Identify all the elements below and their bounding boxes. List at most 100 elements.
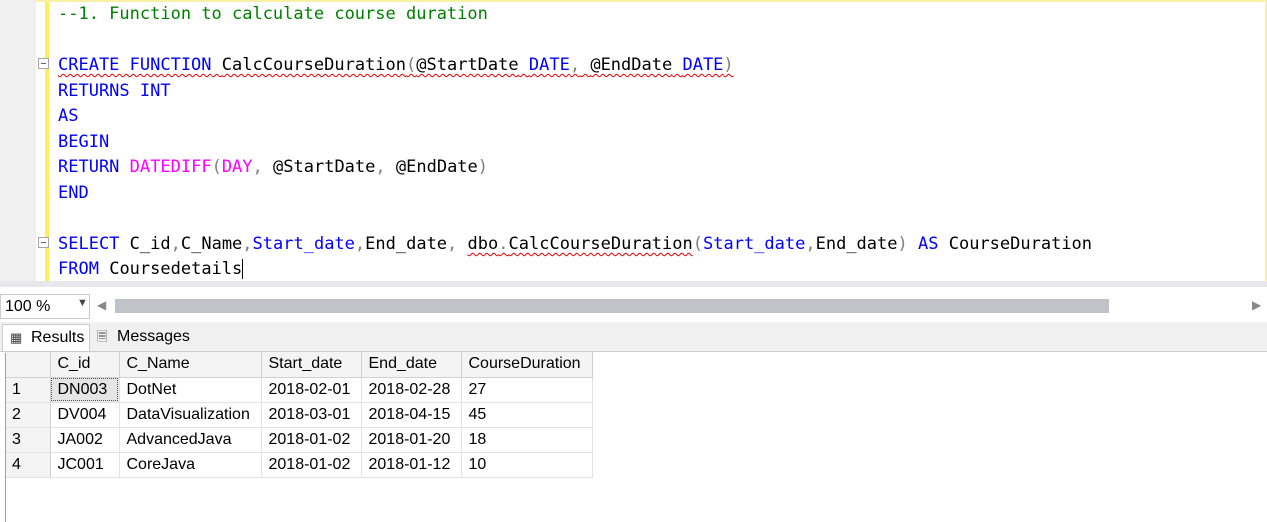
from-keyword: FROM [58,259,99,279]
as-keyword: AS [58,106,79,126]
grid-cell[interactable]: DV004 [50,402,120,428]
create-keyword: CREATE FUNCTION [58,55,212,75]
returns-keyword: RETURNS INT [58,81,171,101]
code-line-returns: RETURNS INT [58,79,171,103]
grid-cell[interactable]: JC001 [50,452,120,478]
paren-open: ( [692,234,703,254]
return-keyword: RETURN [58,157,120,177]
results-grid: C_id C_Name Start_date End_date CourseDu… [6,352,593,478]
grid-cell[interactable]: DataVisualization [119,402,262,428]
grid-icon: ▦ [10,330,23,345]
code-line-from: FROM Coursedetails [58,257,244,281]
grid-cell[interactable]: 18 [461,427,593,453]
scroll-right-arrow-icon[interactable]: ▶ [1252,298,1261,312]
param-startdate: @StartDate [416,55,519,75]
code-line-comment: --1. Function to calculate course durati… [58,2,488,26]
comma: , [170,234,181,254]
results-tab-strip: ▦ Results 🗏 Messages [0,322,1267,352]
header-row: C_id C_Name Start_date End_date CourseDu… [6,352,593,378]
zoom-scroll-bar: 100 % ▼ ◀ ▶ [0,294,1267,319]
code-line-select: SELECT C_id,C_Name,Start_date,End_date, … [58,232,1092,256]
column-header[interactable]: End_date [361,352,462,378]
row-number[interactable]: 1 [6,377,51,403]
arg-startdate: @StartDate [273,157,376,177]
column-header[interactable]: C_id [50,352,120,378]
comma: , [354,234,366,254]
column-header[interactable]: Start_date [261,352,362,378]
table-row: 4 JC001 CoreJava 2018-01-02 2018-01-12 1… [6,452,593,478]
grid-cell[interactable]: 2018-01-12 [361,452,462,478]
table-row: 3 JA002 AdvancedJava 2018-01-02 2018-01-… [6,427,593,453]
code-line-as: AS [58,104,78,128]
horizontal-scrollbar-thumb[interactable] [115,299,1109,313]
grid-cell[interactable]: DotNet [119,377,262,403]
dot: . [498,234,509,254]
grid-cell[interactable]: 2018-02-01 [261,377,362,403]
grid-cell[interactable]: CoreJava [119,452,262,478]
grid-cell[interactable]: JA002 [50,427,120,453]
col-end-date: End_date [365,234,448,254]
code-line-begin: BEGIN [58,130,109,154]
datediff-function: DATEDIFF [129,157,212,177]
query-editor[interactable]: --1. Function to calculate course durati… [0,0,1267,287]
grid-cell[interactable]: AdvancedJava [119,427,262,453]
function-name: CalcCourseDuration [221,55,407,75]
row-number[interactable]: 3 [6,427,51,453]
tab-messages[interactable]: 🗏 Messages [93,324,195,351]
scroll-left-arrow-icon[interactable]: ◀ [97,298,106,312]
tab-results[interactable]: ▦ Results [2,324,90,351]
col-cid: C_id [129,234,171,254]
editor-bottom-border [0,281,1267,287]
collapse-function-icon[interactable] [38,58,49,69]
type-date-2: DATE [682,55,724,75]
grid-cell[interactable]: 2018-01-02 [261,452,362,478]
grid-cell[interactable]: 2018-01-02 [261,427,362,453]
row-number[interactable]: 4 [6,452,51,478]
code-line-end: END [58,181,89,205]
grid-cell[interactable]: 45 [461,402,593,428]
alias-name: CourseDuration [948,234,1093,254]
collapse-select-icon[interactable] [38,237,49,248]
paren-close: ) [723,55,734,75]
call-function-name: CalcCourseDuration [508,234,693,254]
grid-cell[interactable]: 2018-01-20 [361,427,462,453]
grid-cell[interactable]: 2018-02-28 [361,377,462,403]
type-date-1: DATE [528,55,570,75]
grid-cell[interactable]: 2018-03-01 [261,402,362,428]
call-arg-start-date: Start_date [703,234,806,254]
comma: , [375,157,386,177]
grid-cell[interactable]: 10 [461,452,593,478]
begin-keyword: BEGIN [58,132,110,152]
schema-dbo: dbo [467,234,499,254]
comma: , [447,234,458,254]
editor-gutter [0,0,30,283]
comma: , [242,234,253,254]
grid-cell[interactable]: DN003 [50,377,120,403]
table-row: 1 DN003 DotNet 2018-02-01 2018-02-28 27 [6,377,593,403]
arg-enddate: @EndDate [395,157,478,177]
table-row: 2 DV004 DataVisualization 2018-03-01 201… [6,402,593,428]
column-header[interactable]: CourseDuration [461,352,593,378]
text-caret [242,259,244,279]
column-header[interactable]: C_Name [119,352,262,378]
grid-cell[interactable]: 27 [461,377,593,403]
as-alias-keyword: AS [918,234,939,254]
comma: , [252,157,263,177]
call-arg-end-date: End_date [815,234,898,254]
squiggle-call: dbo.CalcCourseDuration [468,234,693,254]
row-number-header[interactable] [6,352,51,378]
paren-close: ) [477,157,489,177]
comma: , [569,55,581,75]
grid-cell[interactable]: 2018-04-15 [361,402,462,428]
paren-open: ( [211,157,222,177]
comment-text: --1. Function to calculate course durati… [58,4,488,24]
tab-messages-label: Messages [117,328,190,345]
param-enddate: @EndDate [590,55,673,75]
squiggle-create: CREATE FUNCTION CalcCourseDuration(@Star… [58,55,734,75]
zoom-dropdown[interactable]: 100 % ▼ [0,294,90,319]
row-number[interactable]: 2 [6,402,51,428]
chevron-down-icon[interactable]: ▼ [77,297,88,309]
end-keyword: END [58,183,89,203]
col-cname: C_Name [180,234,243,254]
comma: , [805,234,816,254]
